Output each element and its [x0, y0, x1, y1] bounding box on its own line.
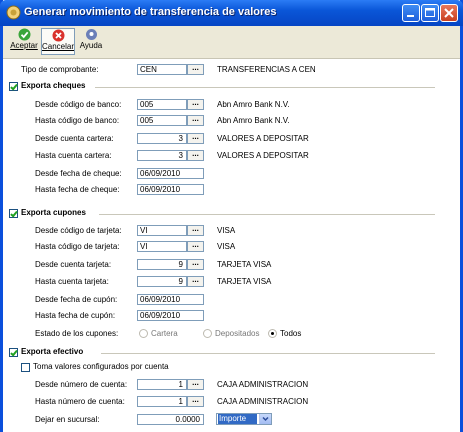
sucursal-mode-value: Importe [218, 414, 257, 424]
fecha-cheque-hasta-label: Hasta fecha de cheque: [35, 185, 120, 194]
divider [101, 353, 435, 354]
cartera-desde-desc: VALORES A DEPOSITAR [217, 134, 309, 143]
cuenta-tarjeta-desde-label: Desde cuenta tarjeta: [35, 260, 112, 269]
cheques-section-title: Exporta cheques [21, 81, 86, 90]
num-cuenta-desde-desc: CAJA ADMINISTRACION [217, 380, 309, 389]
banco-desde-desc: Abn Amro Bank N.V. [217, 100, 290, 109]
fecha-cupon-desde-input[interactable]: 06/09/2010 [137, 294, 204, 305]
fecha-cheque-desde-input[interactable]: 06/09/2010 [137, 168, 204, 179]
cartera-hasta-input[interactable]: 3 [137, 150, 187, 161]
cuenta-tarjeta-hasta-lookup-button[interactable]: ... [187, 276, 204, 287]
cartera-hasta-label: Hasta cuenta cartera: [35, 151, 112, 160]
maximize-button[interactable] [421, 4, 439, 22]
cuenta-tarjeta-hasta-input[interactable]: 9 [137, 276, 187, 287]
cancel-icon [52, 29, 64, 42]
fecha-cupon-hasta-label: Hasta fecha de cupón: [35, 311, 116, 320]
divider [95, 87, 435, 88]
cupones-section-title: Exporta cupones [21, 208, 86, 217]
banco-desde-label: Desde código de banco: [35, 100, 122, 109]
efectivo-section-title: Exporta efectivo [21, 347, 84, 356]
form-area: Tipo de comprobante: CEN ... TRANSFERENC… [3, 59, 460, 432]
cuenta-tarjeta-hasta-desc: TARJETA VISA [217, 277, 272, 286]
chevron-down-icon[interactable] [259, 414, 271, 424]
tipo-input[interactable]: CEN [137, 64, 187, 75]
exporta-cheques-checkbox[interactable] [9, 82, 18, 91]
tipo-desc: TRANSFERENCIAS A CEN [217, 65, 316, 74]
fecha-cheque-hasta-input[interactable]: 06/09/2010 [137, 184, 204, 195]
num-cuenta-hasta-desc: CAJA ADMINISTRACION [217, 397, 309, 406]
help-label: Ayuda [79, 41, 103, 50]
num-cuenta-hasta-input[interactable]: 1 [137, 396, 187, 407]
exporta-cupones-checkbox[interactable] [9, 209, 18, 218]
cancel-button[interactable]: Cancelar [41, 28, 75, 55]
cancel-label: Cancelar [42, 42, 75, 51]
close-icon [444, 8, 454, 18]
tarjeta-desde-lookup-button[interactable]: ... [187, 225, 204, 236]
num-cuenta-desde-lookup-button[interactable]: ... [187, 379, 204, 390]
banco-hasta-lookup-button[interactable]: ... [187, 115, 204, 126]
banco-desde-lookup-button[interactable]: ... [187, 99, 204, 110]
maximize-icon [425, 8, 435, 17]
sucursal-amount-input[interactable]: 0.0000 [137, 414, 204, 425]
num-cuenta-desde-input[interactable]: 1 [137, 379, 187, 390]
cartera-hasta-desc: VALORES A DEPOSITAR [217, 151, 309, 160]
cartera-desde-lookup-button[interactable]: ... [187, 133, 204, 144]
check-icon [18, 28, 30, 41]
minimize-button[interactable] [402, 4, 420, 22]
fecha-cupon-desde-label: Desde fecha de cupón: [35, 295, 118, 304]
tarjeta-desde-label: Desde código de tarjeta: [35, 226, 122, 235]
tarjeta-desde-input[interactable]: VI [137, 225, 187, 236]
divider [99, 214, 435, 215]
num-cuenta-desde-label: Desde número de cuenta: [35, 380, 128, 389]
tarjeta-hasta-desc: VISA [217, 242, 236, 251]
radio-depositados-label: Depositados [215, 329, 260, 338]
help-icon [85, 29, 97, 40]
help-button[interactable]: Ayuda [77, 28, 105, 55]
radio-depositados[interactable] [203, 329, 212, 338]
fecha-cheque-desde-label: Desde fecha de cheque: [35, 169, 122, 178]
radio-todos-label: Todos [280, 329, 302, 338]
radio-cartera[interactable] [139, 329, 148, 338]
radio-cartera-label: Cartera [151, 329, 178, 338]
exporta-efectivo-checkbox[interactable] [9, 348, 18, 357]
close-button[interactable] [440, 4, 458, 22]
num-cuenta-hasta-lookup-button[interactable]: ... [187, 396, 204, 407]
banco-hasta-input[interactable]: 005 [137, 115, 187, 126]
num-cuenta-hasta-label: Hasta número de cuenta: [35, 397, 125, 406]
accept-label: Aceptar [10, 41, 38, 50]
window-title: Generar movimiento de transferencia de v… [24, 6, 277, 18]
radio-todos[interactable] [268, 329, 277, 338]
tipo-label: Tipo de comprobante: [21, 65, 99, 74]
cartera-desde-label: Desde cuenta cartera: [35, 134, 114, 143]
estado-cupones-label: Estado de los cupones: [35, 329, 119, 338]
sucursal-mode-select[interactable]: Importe [216, 413, 272, 425]
cuenta-tarjeta-desde-lookup-button[interactable]: ... [187, 259, 204, 270]
fecha-cupon-hasta-input[interactable]: 06/09/2010 [137, 310, 204, 321]
title-bar[interactable]: Generar movimiento de transferencia de v… [0, 0, 463, 26]
app-icon [6, 5, 21, 20]
cuenta-tarjeta-desde-input[interactable]: 9 [137, 259, 187, 270]
tarjeta-hasta-lookup-button[interactable]: ... [187, 241, 204, 252]
minimize-icon [407, 15, 414, 17]
banco-hasta-label: Hasta código de banco: [35, 116, 120, 125]
tarjeta-hasta-input[interactable]: VI [137, 241, 187, 252]
cuenta-tarjeta-hasta-label: Hasta cuenta tarjeta: [35, 277, 109, 286]
toolbar: Aceptar Cancelar Ayuda [3, 26, 460, 59]
dialog-window: Generar movimiento de transferencia de v… [0, 0, 463, 432]
accept-button[interactable]: Aceptar [9, 28, 39, 55]
cartera-hasta-lookup-button[interactable]: ... [187, 150, 204, 161]
tarjeta-desde-desc: VISA [217, 226, 236, 235]
toma-valores-label: Toma valores configurados por cuenta [33, 362, 169, 371]
tarjeta-hasta-label: Hasta código de tarjeta: [35, 242, 120, 251]
banco-desde-input[interactable]: 005 [137, 99, 187, 110]
cartera-desde-input[interactable]: 3 [137, 133, 187, 144]
banco-hasta-desc: Abn Amro Bank N.V. [217, 116, 290, 125]
sucursal-label: Dejar en sucursal: [35, 415, 100, 424]
tipo-lookup-button[interactable]: ... [187, 64, 204, 75]
cuenta-tarjeta-desde-desc: TARJETA VISA [217, 260, 272, 269]
toma-valores-checkbox[interactable] [21, 363, 30, 372]
